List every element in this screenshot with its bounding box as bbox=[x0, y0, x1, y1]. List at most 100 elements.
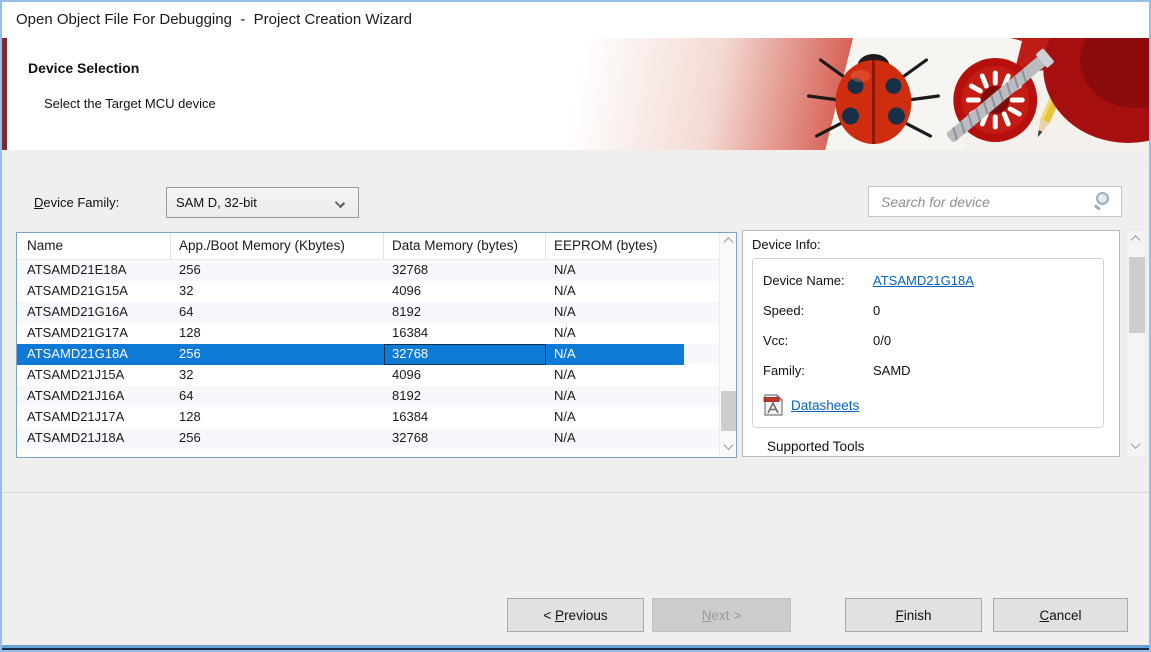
table-cell[interactable]: ATSAMD21G16A bbox=[17, 302, 171, 323]
table-header-row: Name App./Boot Memory (Kbytes) Data Memo… bbox=[17, 233, 719, 260]
info-field: Vcc: 0/0 bbox=[743, 329, 1119, 359]
scroll-down-icon[interactable] bbox=[720, 438, 737, 455]
search-input[interactable] bbox=[869, 194, 1091, 210]
table-cell[interactable]: N/A bbox=[546, 428, 684, 449]
table-row[interactable]: ATSAMD21J17A12816384N/A bbox=[17, 407, 719, 428]
info-field: Speed: 0 bbox=[743, 299, 1119, 329]
table-cell[interactable]: 32768 bbox=[384, 428, 546, 449]
banner-illustration bbox=[2, 38, 1149, 150]
supported-tools-label: Supported Tools bbox=[767, 439, 864, 454]
table-cell[interactable]: ATSAMD21E18A bbox=[17, 260, 171, 281]
section-divider-top bbox=[2, 164, 1149, 165]
table-cell[interactable]: 32768 bbox=[384, 344, 546, 365]
table-cell[interactable]: ATSAMD21J18A bbox=[17, 428, 171, 449]
table-cell[interactable]: 32 bbox=[171, 281, 384, 302]
scroll-up-icon[interactable] bbox=[720, 235, 737, 252]
device-info-fields: Device Name:ATSAMD21G18ASpeed:0Vcc:0/0Fa… bbox=[743, 269, 1119, 389]
table-cell[interactable]: N/A bbox=[546, 365, 684, 386]
table-cell[interactable]: N/A bbox=[546, 260, 684, 281]
info-scrollbar[interactable] bbox=[1126, 230, 1146, 457]
table-row-filler bbox=[684, 260, 719, 281]
table-row[interactable]: ATSAMD21G15A324096N/A bbox=[17, 281, 719, 302]
table-scrollbar-thumb[interactable] bbox=[721, 391, 736, 431]
page-subtitle: Select the Target MCU device bbox=[44, 96, 216, 111]
table-cell[interactable]: 8192 bbox=[384, 302, 546, 323]
table-cell[interactable]: 4096 bbox=[384, 365, 546, 386]
device-info-panel: Device Info: Device Name: ATSAMD21G18A Spe… bbox=[742, 230, 1120, 457]
device-family-value: SAM D, 32-bit bbox=[176, 195, 257, 210]
table-row[interactable]: ATSAMD21J18A25632768N/A bbox=[17, 428, 719, 449]
table-cell[interactable]: N/A bbox=[546, 302, 684, 323]
table-cell[interactable]: 8192 bbox=[384, 386, 546, 407]
table-cell[interactable]: ATSAMD21J17A bbox=[17, 407, 171, 428]
table-row[interactable]: ATSAMD21G18A25632768N/A bbox=[17, 344, 719, 365]
column-header-appboot[interactable]: App./Boot Memory (Kbytes) bbox=[171, 233, 384, 259]
table-row-filler bbox=[684, 428, 719, 449]
table-cell[interactable]: 128 bbox=[171, 407, 384, 428]
table-cell[interactable]: 128 bbox=[171, 323, 384, 344]
table-cell[interactable]: ATSAMD21G15A bbox=[17, 281, 171, 302]
info-field-value: SAMD bbox=[873, 363, 911, 378]
column-header-name[interactable]: Name bbox=[17, 233, 171, 259]
column-header-eeprom[interactable]: EEPROM (bytes) bbox=[546, 233, 684, 259]
table-row-filler bbox=[684, 407, 719, 428]
device-info-title: Device Info: bbox=[752, 237, 821, 252]
table-cell[interactable]: 16384 bbox=[384, 323, 546, 344]
info-field-label: Device Name: bbox=[763, 273, 845, 288]
section-divider-bottom bbox=[2, 492, 1149, 493]
table-cell[interactable]: 4096 bbox=[384, 281, 546, 302]
table-cell[interactable]: 64 bbox=[171, 386, 384, 407]
info-field-label: Vcc: bbox=[763, 333, 788, 348]
table-row[interactable]: ATSAMD21G17A12816384N/A bbox=[17, 323, 719, 344]
table-cell[interactable]: N/A bbox=[546, 281, 684, 302]
table-cell[interactable]: ATSAMD21G18A bbox=[17, 344, 171, 365]
magnifier-icon[interactable] bbox=[1091, 189, 1117, 215]
table-cell[interactable]: 32 bbox=[171, 365, 384, 386]
table-row-filler bbox=[684, 281, 719, 302]
info-field-value: 0 bbox=[873, 303, 880, 318]
column-header-datamem[interactable]: Data Memory (bytes) bbox=[384, 233, 546, 259]
window-title: Open Object File For Debugging - Project… bbox=[16, 11, 412, 28]
finish-button[interactable]: Finish bbox=[845, 598, 982, 632]
table-row[interactable]: ATSAMD21J15A324096N/A bbox=[17, 365, 719, 386]
table-cell[interactable]: 256 bbox=[171, 428, 384, 449]
scroll-up-icon[interactable] bbox=[1127, 233, 1144, 250]
table-row-filler bbox=[684, 344, 719, 365]
table-cell[interactable]: ATSAMD21J16A bbox=[17, 386, 171, 407]
table-cell[interactable]: N/A bbox=[546, 386, 684, 407]
device-search-box[interactable] bbox=[868, 186, 1122, 217]
device-table-main: Name App./Boot Memory (Kbytes) Data Memo… bbox=[17, 233, 719, 457]
table-cell[interactable]: ATSAMD21G17A bbox=[17, 323, 171, 344]
device-name-link[interactable]: ATSAMD21G18A bbox=[873, 273, 974, 288]
table-row-filler bbox=[684, 323, 719, 344]
device-family-label: Device Family: bbox=[34, 195, 119, 210]
table-row[interactable]: ATSAMD21G16A648192N/A bbox=[17, 302, 719, 323]
table-cell[interactable]: N/A bbox=[546, 344, 684, 365]
device-table: Name App./Boot Memory (Kbytes) Data Memo… bbox=[16, 232, 737, 458]
chevron-down-icon bbox=[335, 198, 345, 208]
cancel-button[interactable]: Cancel bbox=[993, 598, 1128, 632]
next-button[interactable]: Next > bbox=[652, 598, 791, 632]
table-row-filler bbox=[684, 302, 719, 323]
table-scrollbar[interactable] bbox=[719, 233, 736, 457]
info-scrollbar-thumb[interactable] bbox=[1129, 257, 1145, 333]
datasheets-link[interactable]: Datasheets bbox=[791, 398, 859, 413]
table-cell[interactable]: N/A bbox=[546, 323, 684, 344]
device-table-body: ATSAMD21E18A25632768N/AATSAMD21G15A32409… bbox=[17, 260, 719, 449]
table-cell[interactable]: 256 bbox=[171, 344, 384, 365]
table-row-filler bbox=[684, 365, 719, 386]
table-row[interactable]: ATSAMD21J16A648192N/A bbox=[17, 386, 719, 407]
table-cell[interactable]: 64 bbox=[171, 302, 384, 323]
table-cell[interactable]: 32768 bbox=[384, 260, 546, 281]
info-field-label: Speed: bbox=[763, 303, 804, 318]
table-cell[interactable]: ATSAMD21J15A bbox=[17, 365, 171, 386]
table-cell[interactable]: 16384 bbox=[384, 407, 546, 428]
table-cell[interactable]: N/A bbox=[546, 407, 684, 428]
table-row[interactable]: ATSAMD21E18A25632768N/A bbox=[17, 260, 719, 281]
info-field-value: 0/0 bbox=[873, 333, 891, 348]
table-cell[interactable]: 256 bbox=[171, 260, 384, 281]
previous-button[interactable]: < Previous bbox=[507, 598, 644, 632]
header-banner: Device Selection Select the Target MCU d… bbox=[2, 38, 1149, 150]
device-family-dropdown[interactable]: SAM D, 32-bit bbox=[166, 187, 359, 218]
scroll-down-icon[interactable] bbox=[1127, 437, 1144, 454]
